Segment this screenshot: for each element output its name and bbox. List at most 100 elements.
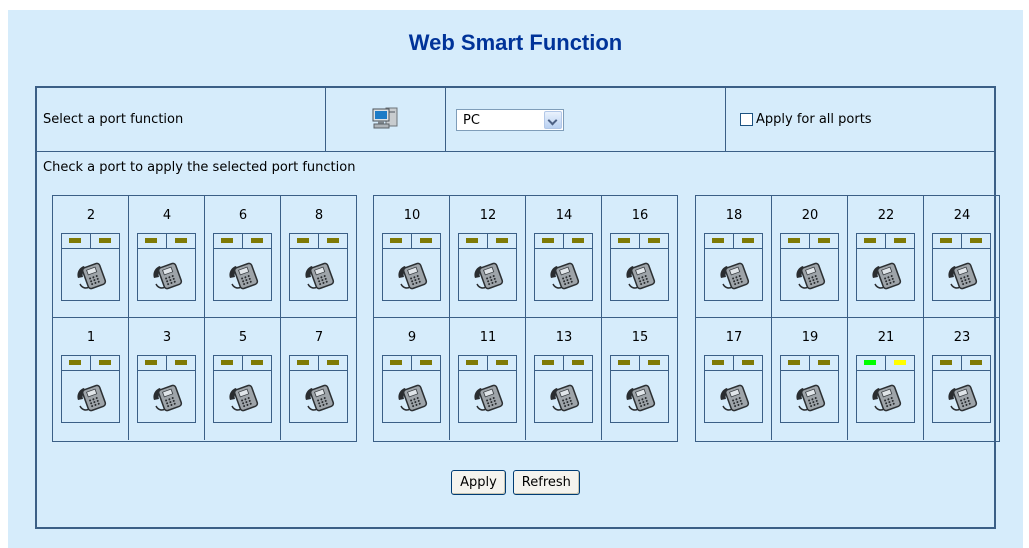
ip-phone-icon[interactable]: [213, 371, 272, 423]
apply-all-checkbox[interactable]: [740, 113, 753, 126]
ip-phone-icon[interactable]: [61, 249, 120, 301]
ip-phone-icon[interactable]: [534, 249, 593, 301]
port-number: 14: [555, 208, 573, 223]
ip-phone-icon[interactable]: [382, 249, 441, 301]
pc-icon: [372, 106, 400, 134]
activity-led-icon: [496, 360, 508, 365]
port-cell-1[interactable]: 1: [53, 318, 129, 440]
activity-led-icon: [970, 360, 982, 365]
apply-all-cell: Apply for all ports: [726, 88, 994, 151]
port-cell-19[interactable]: 19: [772, 318, 848, 440]
activity-led-icon: [648, 360, 660, 365]
led-divider: [733, 356, 734, 370]
port-led-status: [137, 233, 196, 249]
led-divider: [411, 356, 412, 370]
activity-led-icon: [175, 238, 187, 243]
ip-phone-icon[interactable]: [289, 371, 348, 423]
port-cell-6[interactable]: 6: [205, 196, 281, 318]
led-divider: [166, 356, 167, 370]
link-led-icon: [864, 360, 876, 365]
ip-phone-icon[interactable]: [932, 371, 991, 423]
activity-led-icon: [572, 360, 584, 365]
chevron-down-icon[interactable]: [544, 110, 562, 129]
port-cell-14[interactable]: 14: [526, 196, 602, 318]
port-cell-21[interactable]: 21: [848, 318, 924, 440]
port-cell-22[interactable]: 22: [848, 196, 924, 318]
link-led-icon: [297, 238, 309, 243]
port-cell-12[interactable]: 12: [450, 196, 526, 318]
port-cell-16[interactable]: 16: [602, 196, 678, 318]
ip-phone-icon[interactable]: [213, 249, 272, 301]
ip-phone-icon[interactable]: [534, 371, 593, 423]
port-cell-18[interactable]: 18: [696, 196, 772, 318]
port-number: 2: [86, 208, 96, 223]
link-led-icon: [390, 238, 402, 243]
ip-phone-icon[interactable]: [610, 371, 669, 423]
port-function-select[interactable]: PC: [456, 108, 564, 131]
port-cell-11[interactable]: 11: [450, 318, 526, 440]
link-led-icon: [788, 238, 800, 243]
port-led-status: [704, 233, 763, 249]
port-cell-13[interactable]: 13: [526, 318, 602, 440]
apply-all-label[interactable]: Apply for all ports: [756, 112, 872, 127]
link-led-icon: [940, 238, 952, 243]
ip-phone-icon[interactable]: [780, 249, 839, 301]
activity-led-icon: [818, 360, 830, 365]
ip-phone-icon[interactable]: [289, 249, 348, 301]
led-divider: [90, 356, 91, 370]
port-cell-10[interactable]: 10: [374, 196, 450, 318]
port-led-status: [213, 233, 272, 249]
link-led-icon: [69, 238, 81, 243]
ip-phone-icon[interactable]: [856, 371, 915, 423]
ip-phone-icon[interactable]: [704, 371, 763, 423]
port-led-status: [856, 355, 915, 371]
port-cell-9[interactable]: 9: [374, 318, 450, 440]
port-cell-7[interactable]: 7: [281, 318, 357, 440]
ip-phone-icon[interactable]: [932, 249, 991, 301]
port-function-label: Select a port function: [43, 112, 184, 127]
link-led-icon: [712, 238, 724, 243]
ip-phone-icon[interactable]: [137, 249, 196, 301]
port-number: 24: [953, 208, 971, 223]
ip-phone-icon[interactable]: [780, 371, 839, 423]
activity-led-icon: [496, 238, 508, 243]
port-led-status: [61, 355, 120, 371]
link-led-icon: [466, 238, 478, 243]
ip-phone-icon[interactable]: [704, 249, 763, 301]
link-led-icon: [618, 360, 630, 365]
page-title: Web Smart Function: [408, 30, 623, 55]
port-cell-15[interactable]: 15: [602, 318, 678, 440]
activity-led-icon: [894, 360, 906, 365]
port-cell-3[interactable]: 3: [129, 318, 205, 440]
activity-led-icon: [572, 238, 584, 243]
port-cell-17[interactable]: 17: [696, 318, 772, 440]
led-divider: [242, 234, 243, 248]
activity-led-icon: [251, 238, 263, 243]
port-led-status: [289, 355, 348, 371]
port-number: 6: [238, 208, 248, 223]
port-cell-4[interactable]: 4: [129, 196, 205, 318]
port-cell-24[interactable]: 24: [924, 196, 1000, 318]
activity-led-icon: [175, 360, 187, 365]
ip-phone-icon[interactable]: [610, 249, 669, 301]
port-cell-2[interactable]: 2: [53, 196, 129, 318]
ip-phone-icon[interactable]: [458, 249, 517, 301]
activity-led-icon: [99, 360, 111, 365]
port-cell-5[interactable]: 5: [205, 318, 281, 440]
ip-phone-icon[interactable]: [61, 371, 120, 423]
check-port-hint: Check a port to apply the selected port …: [43, 160, 356, 175]
ip-phone-icon[interactable]: [382, 371, 441, 423]
ip-phone-icon[interactable]: [856, 249, 915, 301]
apply-button[interactable]: Apply: [451, 470, 506, 495]
refresh-button[interactable]: Refresh: [512, 470, 580, 495]
led-divider: [563, 234, 564, 248]
port-group: 10 12 14 16 9 11 13 15: [373, 195, 678, 442]
port-led-status: [382, 233, 441, 249]
led-divider: [166, 234, 167, 248]
port-cell-20[interactable]: 20: [772, 196, 848, 318]
ip-phone-icon[interactable]: [137, 371, 196, 423]
link-led-icon: [542, 238, 554, 243]
port-cell-8[interactable]: 8: [281, 196, 357, 318]
ip-phone-icon[interactable]: [458, 371, 517, 423]
port-cell-23[interactable]: 23: [924, 318, 1000, 440]
